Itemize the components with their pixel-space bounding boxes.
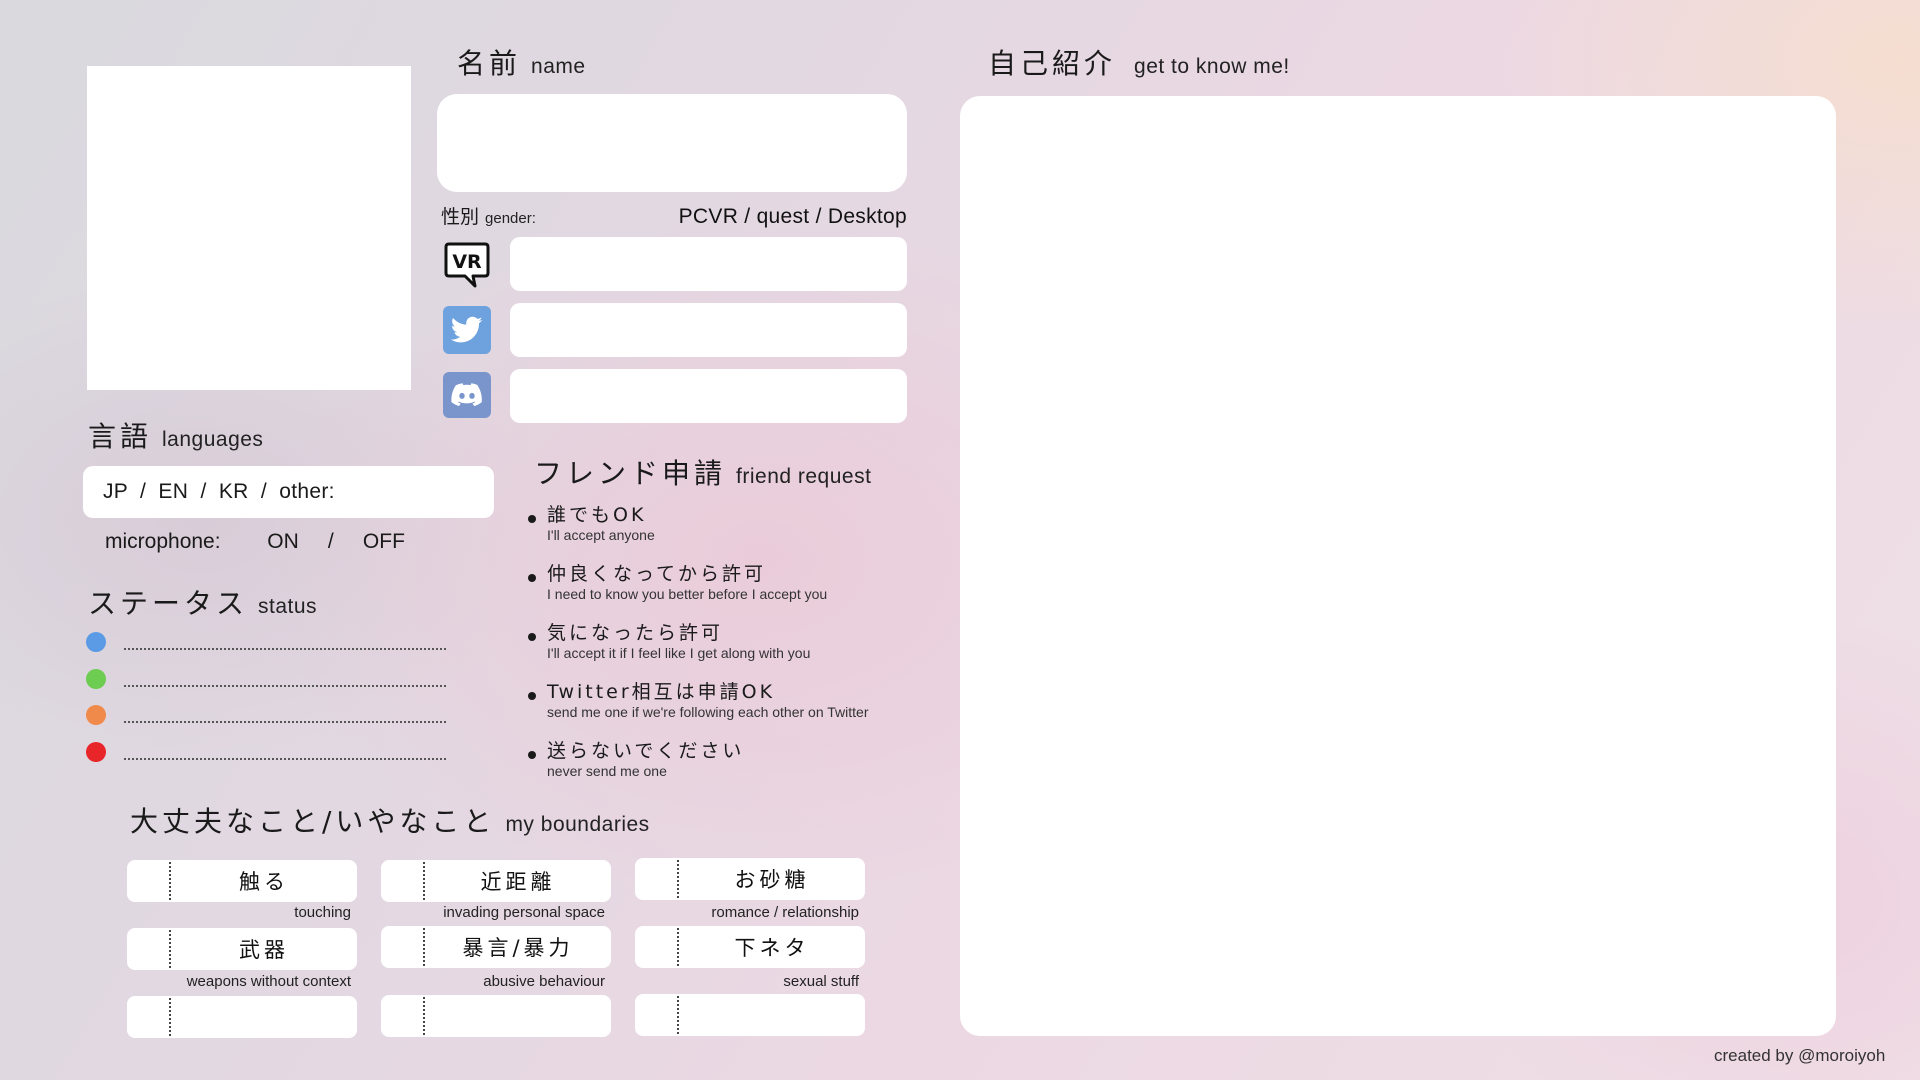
boundary-label-en: sexual stuff <box>783 973 859 990</box>
boundary-chip[interactable]: お砂糖 <box>635 858 865 900</box>
boundary-label-jp: お砂糖 <box>734 868 810 892</box>
vrchat-icon: VR <box>443 240 491 288</box>
status-line[interactable] <box>124 685 446 687</box>
fr-option-en: send me one if we're following each othe… <box>547 704 869 720</box>
status-line[interactable] <box>124 648 446 650</box>
status-line[interactable] <box>124 758 446 760</box>
boundary-label-jp: 触る <box>239 870 289 894</box>
friend-request-heading: フレンド申請 friend request <box>534 452 871 492</box>
status-dot-orange <box>86 705 106 725</box>
intro-heading-en: get to know me! <box>1134 55 1290 78</box>
languages-heading-jp: 言語 <box>88 420 153 453</box>
fr-option-jp: 送らないでください <box>547 740 745 762</box>
boundary-chip[interactable]: 近距離 <box>381 860 611 902</box>
boundary-label-jp: 近距離 <box>480 870 556 894</box>
friend-request-option[interactable]: 送らないでください never send me one <box>528 740 744 780</box>
gender-label-en: gender: <box>485 210 536 227</box>
discord-icon <box>443 372 491 418</box>
discord-id-field[interactable] <box>510 369 907 423</box>
friend-request-heading-jp: フレンド申請 <box>534 457 727 490</box>
fr-option-jp: Twitter相互は申請OK <box>547 681 776 703</box>
boundary-chip[interactable]: 武器 <box>127 928 357 970</box>
bullet <box>528 633 536 641</box>
boundary-label-en: invading personal space <box>443 904 605 921</box>
vr-icon-label: VR <box>452 251 482 273</box>
credit-text: created by @moroiyoh <box>1714 1046 1886 1065</box>
languages-options: JP / EN / KR / other: <box>103 480 335 503</box>
status-dot-blue <box>86 632 106 652</box>
fr-option-en: I'll accept anyone <box>547 527 655 543</box>
boundary-chip-empty[interactable] <box>381 995 611 1037</box>
name-heading-en: name <box>531 55 586 78</box>
intro-textarea[interactable] <box>960 96 1836 1036</box>
bullet <box>528 692 536 700</box>
status-row-orange[interactable] <box>86 705 446 725</box>
boundary-chip[interactable]: 触る <box>127 860 357 902</box>
bullet <box>528 751 536 759</box>
friend-request-option[interactable]: 誰でもOK I'll accept anyone <box>528 504 655 544</box>
boundary-label-jp: 暴言/暴力 <box>462 936 574 960</box>
boundary-label-jp: 下ネタ <box>734 936 810 960</box>
boundary-chip-empty[interactable] <box>127 996 357 1038</box>
boundary-label-en: abusive behaviour <box>483 973 605 990</box>
intro-heading-jp: 自己紹介 <box>988 47 1117 80</box>
boundaries-heading: 大丈夫なこと/いやなこと my boundaries <box>130 800 650 840</box>
boundary-label-en: touching <box>294 904 351 921</box>
boundary-label-jp <box>425 995 611 1037</box>
status-heading-en: status <box>258 595 318 618</box>
boundary-label-en: weapons without context <box>186 973 351 990</box>
fr-option-en: never send me one <box>547 763 667 779</box>
languages-box[interactable]: JP / EN / KR / other: <box>83 466 494 518</box>
bullet <box>528 574 536 582</box>
fr-option-jp: 仲良くなってから許可 <box>547 563 767 585</box>
status-dot-green <box>86 669 106 689</box>
name-heading-jp: 名前 <box>457 47 522 80</box>
boundary-chip-empty[interactable] <box>635 994 865 1036</box>
status-row-red[interactable] <box>86 742 446 762</box>
boundary-label-jp: 武器 <box>239 938 289 962</box>
boundary-chip[interactable]: 暴言/暴力 <box>381 926 611 968</box>
twitter-icon <box>443 306 491 354</box>
gender-row: 性別 gender: PCVR / quest / Desktop <box>441 202 907 230</box>
bullet <box>528 515 536 523</box>
status-heading-jp: ステータス <box>88 587 249 620</box>
friend-request-option[interactable]: 仲良くなってから許可 I need to know you better bef… <box>528 563 827 603</box>
fr-option-jp: 誰でもOK <box>547 504 647 526</box>
name-field[interactable] <box>437 94 907 192</box>
profile-photo-box[interactable] <box>87 66 411 390</box>
microphone-row[interactable]: microphone: ON / OFF <box>105 530 405 554</box>
status-row-blue[interactable] <box>86 632 446 652</box>
boundary-label-en: romance / relationship <box>711 904 859 921</box>
vrchat-id-field[interactable] <box>510 237 907 291</box>
platform-options[interactable]: PCVR / quest / Desktop <box>679 205 907 229</box>
boundary-label-jp <box>171 996 357 1038</box>
gender-label-jp: 性別 <box>441 206 480 228</box>
boundaries-heading-en: my boundaries <box>505 813 650 836</box>
friend-request-option[interactable]: 気になったら許可 I'll accept it if I feel like I… <box>528 622 810 662</box>
fr-option-jp: 気になったら許可 <box>547 622 724 644</box>
status-row-green[interactable] <box>86 669 446 689</box>
languages-heading-en: languages <box>162 428 264 451</box>
fr-option-en: I need to know you better before I accep… <box>547 586 828 602</box>
boundary-chip[interactable]: 下ネタ <box>635 926 865 968</box>
boundary-label-jp <box>679 994 865 1036</box>
fr-option-en: I'll accept it if I feel like I get alon… <box>547 645 811 661</box>
friend-request-heading-en: friend request <box>736 465 872 488</box>
boundaries-heading-jp: 大丈夫なこと/いやなこと <box>130 805 496 838</box>
friend-request-option[interactable]: Twitter相互は申請OK send me one if we're foll… <box>528 681 868 721</box>
twitter-id-field[interactable] <box>510 303 907 357</box>
status-line[interactable] <box>124 721 446 723</box>
status-heading: ステータス status <box>88 582 317 622</box>
intro-heading: 自己紹介 get to know me! <box>988 42 1290 82</box>
status-dot-red <box>86 742 106 762</box>
name-heading: 名前 name <box>457 42 586 82</box>
languages-heading: 言語 languages <box>88 415 263 455</box>
